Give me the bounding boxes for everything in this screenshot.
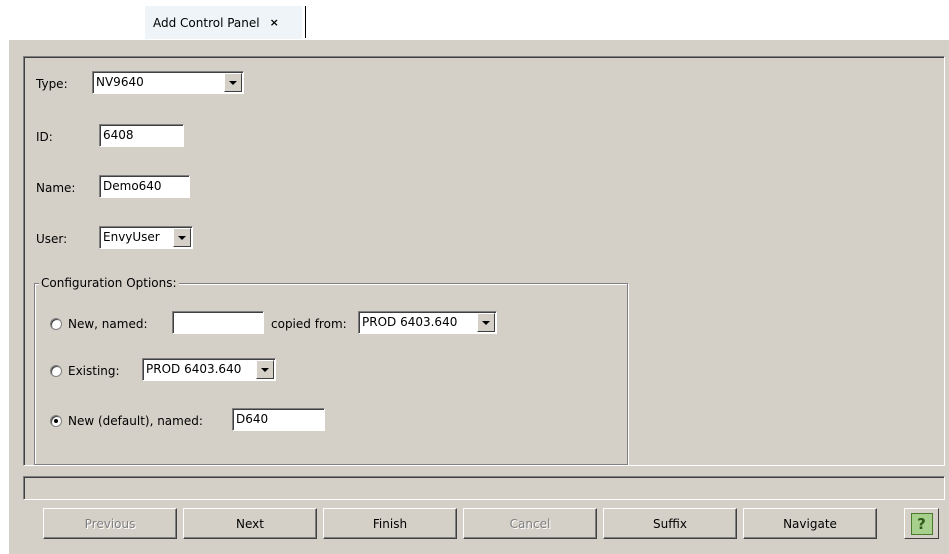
chevron-down-icon[interactable] <box>224 73 242 92</box>
new-named-option[interactable]: New, named: <box>50 317 148 331</box>
type-value: NV9640 <box>96 75 144 89</box>
existing-radio[interactable] <box>50 365 62 377</box>
configuration-options-group: Configuration Options: New, named: copie… <box>34 276 628 465</box>
chevron-down-icon[interactable] <box>477 313 495 332</box>
name-label: Name: <box>36 181 76 195</box>
id-label: ID: <box>36 130 53 144</box>
user-label: User: <box>36 232 68 246</box>
chevron-down-icon[interactable] <box>173 228 191 247</box>
help-icon: ? <box>910 512 933 535</box>
copied-from-label: copied from: <box>271 317 347 331</box>
tab-separator <box>305 6 306 38</box>
new-named-input[interactable] <box>172 311 264 334</box>
new-named-label: New, named: <box>68 317 148 331</box>
new-named-radio[interactable] <box>50 318 62 330</box>
type-select[interactable]: NV9640 <box>92 71 244 94</box>
new-default-radio[interactable] <box>50 415 62 427</box>
previous-button[interactable]: Previous <box>43 508 177 539</box>
chevron-down-icon[interactable] <box>256 360 274 379</box>
dialog-panel: Type: NV9640 ID: 6408 Name: Demo640 User… <box>9 40 949 554</box>
id-value: 6408 <box>103 128 134 142</box>
close-icon[interactable]: × <box>270 16 279 29</box>
form-area: Type: NV9640 ID: 6408 Name: Demo640 User… <box>23 56 945 466</box>
user-value: EnvyUser <box>103 230 160 244</box>
existing-select[interactable]: PROD 6403.640 <box>142 358 276 381</box>
cancel-button[interactable]: Cancel <box>463 508 597 539</box>
copied-from-select[interactable]: PROD 6403.640 <box>358 311 497 334</box>
name-value: Demo640 <box>103 179 162 193</box>
suffix-button[interactable]: Suffix <box>603 508 737 539</box>
navigate-button[interactable]: Navigate <box>743 508 877 539</box>
help-button[interactable]: ? <box>904 508 939 539</box>
copied-from-value: PROD 6403.640 <box>362 315 458 329</box>
new-default-option[interactable]: New (default), named: <box>50 414 203 428</box>
new-default-label: New (default), named: <box>68 414 203 428</box>
tab-add-control-panel[interactable]: Add Control Panel × <box>145 6 302 39</box>
status-bar <box>23 476 945 500</box>
id-field[interactable]: 6408 <box>99 124 184 147</box>
type-label: Type: <box>36 77 68 91</box>
new-default-value: D640 <box>236 412 269 426</box>
user-select[interactable]: EnvyUser <box>99 226 193 249</box>
existing-value: PROD 6403.640 <box>146 362 242 376</box>
configuration-options-legend: Configuration Options: <box>39 276 179 290</box>
tab-title: Add Control Panel <box>153 15 260 30</box>
finish-button[interactable]: Finish <box>323 508 457 539</box>
next-button[interactable]: Next <box>183 508 317 539</box>
new-default-input[interactable]: D640 <box>232 408 325 431</box>
name-field[interactable]: Demo640 <box>99 175 190 198</box>
existing-option[interactable]: Existing: <box>50 364 120 378</box>
tab-strip: Add Control Panel × <box>0 0 949 40</box>
existing-label: Existing: <box>68 364 120 378</box>
